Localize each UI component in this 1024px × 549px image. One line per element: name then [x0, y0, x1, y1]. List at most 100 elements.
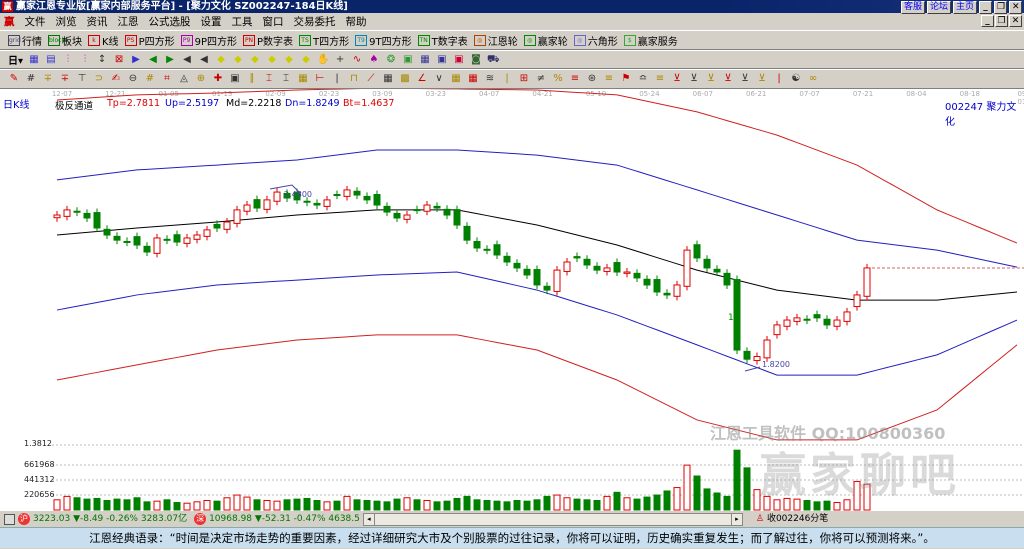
- draw-tool-icon-3[interactable]: ∓: [59, 73, 71, 85]
- draw-tool-icon-31[interactable]: ≠: [535, 73, 547, 85]
- draw-tool-icon-33[interactable]: ≡: [569, 73, 581, 85]
- draw-tool-icon-32[interactable]: %: [552, 73, 564, 85]
- draw-tool-icon-11[interactable]: ⊕: [195, 73, 207, 85]
- draw-tool-icon-15[interactable]: ⌶: [263, 73, 275, 85]
- menu-browse[interactable]: 浏览: [56, 14, 77, 29]
- tool-icon-0[interactable]: ▦: [28, 54, 40, 66]
- menu-window[interactable]: 窗口: [263, 14, 284, 29]
- tool-icon-9[interactable]: ◀: [181, 54, 193, 66]
- draw-tool-icon-4[interactable]: ⊤: [76, 73, 88, 85]
- tool-icon-6[interactable]: ▶: [130, 54, 142, 66]
- draw-tool-icon-36[interactable]: ⚑: [620, 73, 632, 85]
- tool-icon-17[interactable]: ✋: [317, 54, 329, 66]
- draw-tool-icon-20[interactable]: ⊓: [348, 73, 360, 85]
- tool-icon-20[interactable]: ♠: [368, 54, 380, 66]
- draw-tool-icon-42[interactable]: ⊻: [722, 73, 734, 85]
- toolbar-btn-6[interactable]: TS T四方形: [299, 33, 349, 48]
- draw-tool-icon-9[interactable]: ⌗: [161, 73, 173, 85]
- draw-tool-icon-39[interactable]: ⊻: [671, 73, 683, 85]
- draw-tool-icon-10[interactable]: ◬: [178, 73, 190, 85]
- calculator-icon[interactable]: [4, 513, 15, 525]
- tool-icon-26[interactable]: ◙: [470, 54, 482, 66]
- tool-icon-16[interactable]: ◆: [300, 54, 312, 66]
- toolbar-btn-9[interactable]: ◎ 江恩轮: [473, 33, 518, 48]
- tool-icon-15[interactable]: ◆: [283, 54, 295, 66]
- draw-tool-icon-40[interactable]: ⊻: [688, 73, 700, 85]
- draw-tool-icon-17[interactable]: ▦: [297, 73, 309, 85]
- toolbar-btn-0[interactable]: grid 行情: [8, 33, 42, 48]
- draw-tool-icon-1[interactable]: #: [25, 73, 37, 85]
- draw-tool-icon-0[interactable]: ✎: [8, 73, 20, 85]
- tool-icon-21[interactable]: ❂: [385, 54, 397, 66]
- draw-tool-icon-6[interactable]: ✍: [110, 73, 122, 85]
- toolbar-btn-11[interactable]: ◎ 六角形: [573, 33, 618, 48]
- child-restore-icon[interactable]: ❐: [995, 15, 1008, 27]
- draw-tool-icon-25[interactable]: ∨: [433, 73, 445, 85]
- menu-file[interactable]: 文件: [25, 14, 46, 29]
- sz-index-quote[interactable]: 10968.98 ▼-52.31 -0.47% 4638.5: [209, 511, 360, 527]
- menu-info[interactable]: 资讯: [87, 14, 108, 29]
- tool-icon-25[interactable]: ▣: [453, 54, 465, 66]
- draw-tool-icon-16[interactable]: ⌶: [280, 73, 292, 85]
- tool-icon-18[interactable]: +: [334, 54, 346, 66]
- draw-tool-icon-47[interactable]: ∞: [807, 73, 819, 85]
- kline-chart[interactable]: 12-07 12-21 01-05 01-19 02-09 02-23 03-09 03-23…: [0, 89, 1024, 511]
- toolbar-btn-4[interactable]: P9 9P四方形: [180, 33, 237, 48]
- draw-tool-icon-7[interactable]: ⊖: [127, 73, 139, 85]
- draw-tool-icon-34[interactable]: ⊛: [586, 73, 598, 85]
- tool-icon-24[interactable]: ▣: [436, 54, 448, 66]
- toolbar-btn-7[interactable]: T9 9T四方形: [355, 33, 412, 48]
- draw-tool-icon-45[interactable]: |: [773, 73, 785, 85]
- tool-icon-5[interactable]: ⊠: [113, 54, 125, 66]
- period-select[interactable]: 日▾: [8, 52, 23, 67]
- draw-tool-icon-27[interactable]: ▦: [467, 73, 479, 85]
- draw-tool-icon-19[interactable]: |: [331, 73, 343, 85]
- menu-tools[interactable]: 工具: [232, 14, 253, 29]
- tool-icon-14[interactable]: ◆: [266, 54, 278, 66]
- toolbar-btn-1[interactable]: blocks 板块: [48, 33, 82, 48]
- toolbar-btn-5[interactable]: PN P数字表: [243, 33, 293, 48]
- tool-icon-22[interactable]: ▣: [402, 54, 414, 66]
- menu-settings[interactable]: 设置: [201, 14, 222, 29]
- tool-icon-3[interactable]: ⫶: [79, 54, 91, 66]
- draw-tool-icon-38[interactable]: ≡: [654, 73, 666, 85]
- draw-tool-icon-26[interactable]: ▦: [450, 73, 462, 85]
- draw-tool-icon-8[interactable]: #: [144, 73, 156, 85]
- draw-tool-icon-46[interactable]: ☯: [790, 73, 802, 85]
- draw-tool-icon-29[interactable]: |: [501, 73, 513, 85]
- draw-tool-icon-22[interactable]: ▦: [382, 73, 394, 85]
- tool-icon-10[interactable]: ◀: [198, 54, 210, 66]
- draw-tool-icon-12[interactable]: ✚: [212, 73, 224, 85]
- tool-icon-4[interactable]: ↕: [96, 54, 108, 66]
- sh-index-quote[interactable]: 3223.03 ▼-8.49 -0.26% 3283.07亿: [33, 511, 187, 527]
- tool-icon-2[interactable]: ⫶: [62, 54, 74, 66]
- tool-icon-7[interactable]: ◀: [147, 54, 159, 66]
- tool-icon-19[interactable]: ∿: [351, 54, 363, 66]
- tool-icon-1[interactable]: ▤: [45, 54, 57, 66]
- tool-icon-11[interactable]: ◆: [215, 54, 227, 66]
- draw-tool-icon-37[interactable]: ≏: [637, 73, 649, 85]
- menu-gann[interactable]: 江恩: [118, 14, 139, 29]
- draw-tool-icon-41[interactable]: ⊻: [705, 73, 717, 85]
- tick-data-label[interactable]: 收002246分笔: [767, 511, 828, 527]
- draw-tool-icon-43[interactable]: ⊻: [739, 73, 751, 85]
- draw-tool-icon-44[interactable]: ⊻: [756, 73, 768, 85]
- draw-tool-icon-24[interactable]: ∠: [416, 73, 428, 85]
- draw-tool-icon-18[interactable]: ⊢: [314, 73, 326, 85]
- child-minimize-icon[interactable]: _: [981, 15, 994, 27]
- draw-tool-icon-13[interactable]: ▣: [229, 73, 241, 85]
- draw-tool-icon-35[interactable]: ≡: [603, 73, 615, 85]
- draw-tool-icon-5[interactable]: ⊃: [93, 73, 105, 85]
- draw-tool-icon-30[interactable]: ⊞: [518, 73, 530, 85]
- draw-tool-icon-21[interactable]: ⟋: [365, 73, 377, 85]
- horizontal-scrollbar[interactable]: ◂ ▸: [362, 512, 743, 526]
- draw-tool-icon-23[interactable]: ▩: [399, 73, 411, 85]
- tool-icon-12[interactable]: ◆: [232, 54, 244, 66]
- draw-tool-icon-14[interactable]: ∥: [246, 73, 258, 85]
- tool-icon-27[interactable]: ⛟: [487, 54, 500, 66]
- tool-icon-13[interactable]: ◆: [249, 54, 261, 66]
- child-close-icon[interactable]: ✕: [1009, 15, 1022, 27]
- tool-icon-8[interactable]: ▶: [164, 54, 176, 66]
- toolbar-btn-8[interactable]: TN T数字表: [417, 33, 468, 48]
- menu-help[interactable]: 帮助: [346, 14, 367, 29]
